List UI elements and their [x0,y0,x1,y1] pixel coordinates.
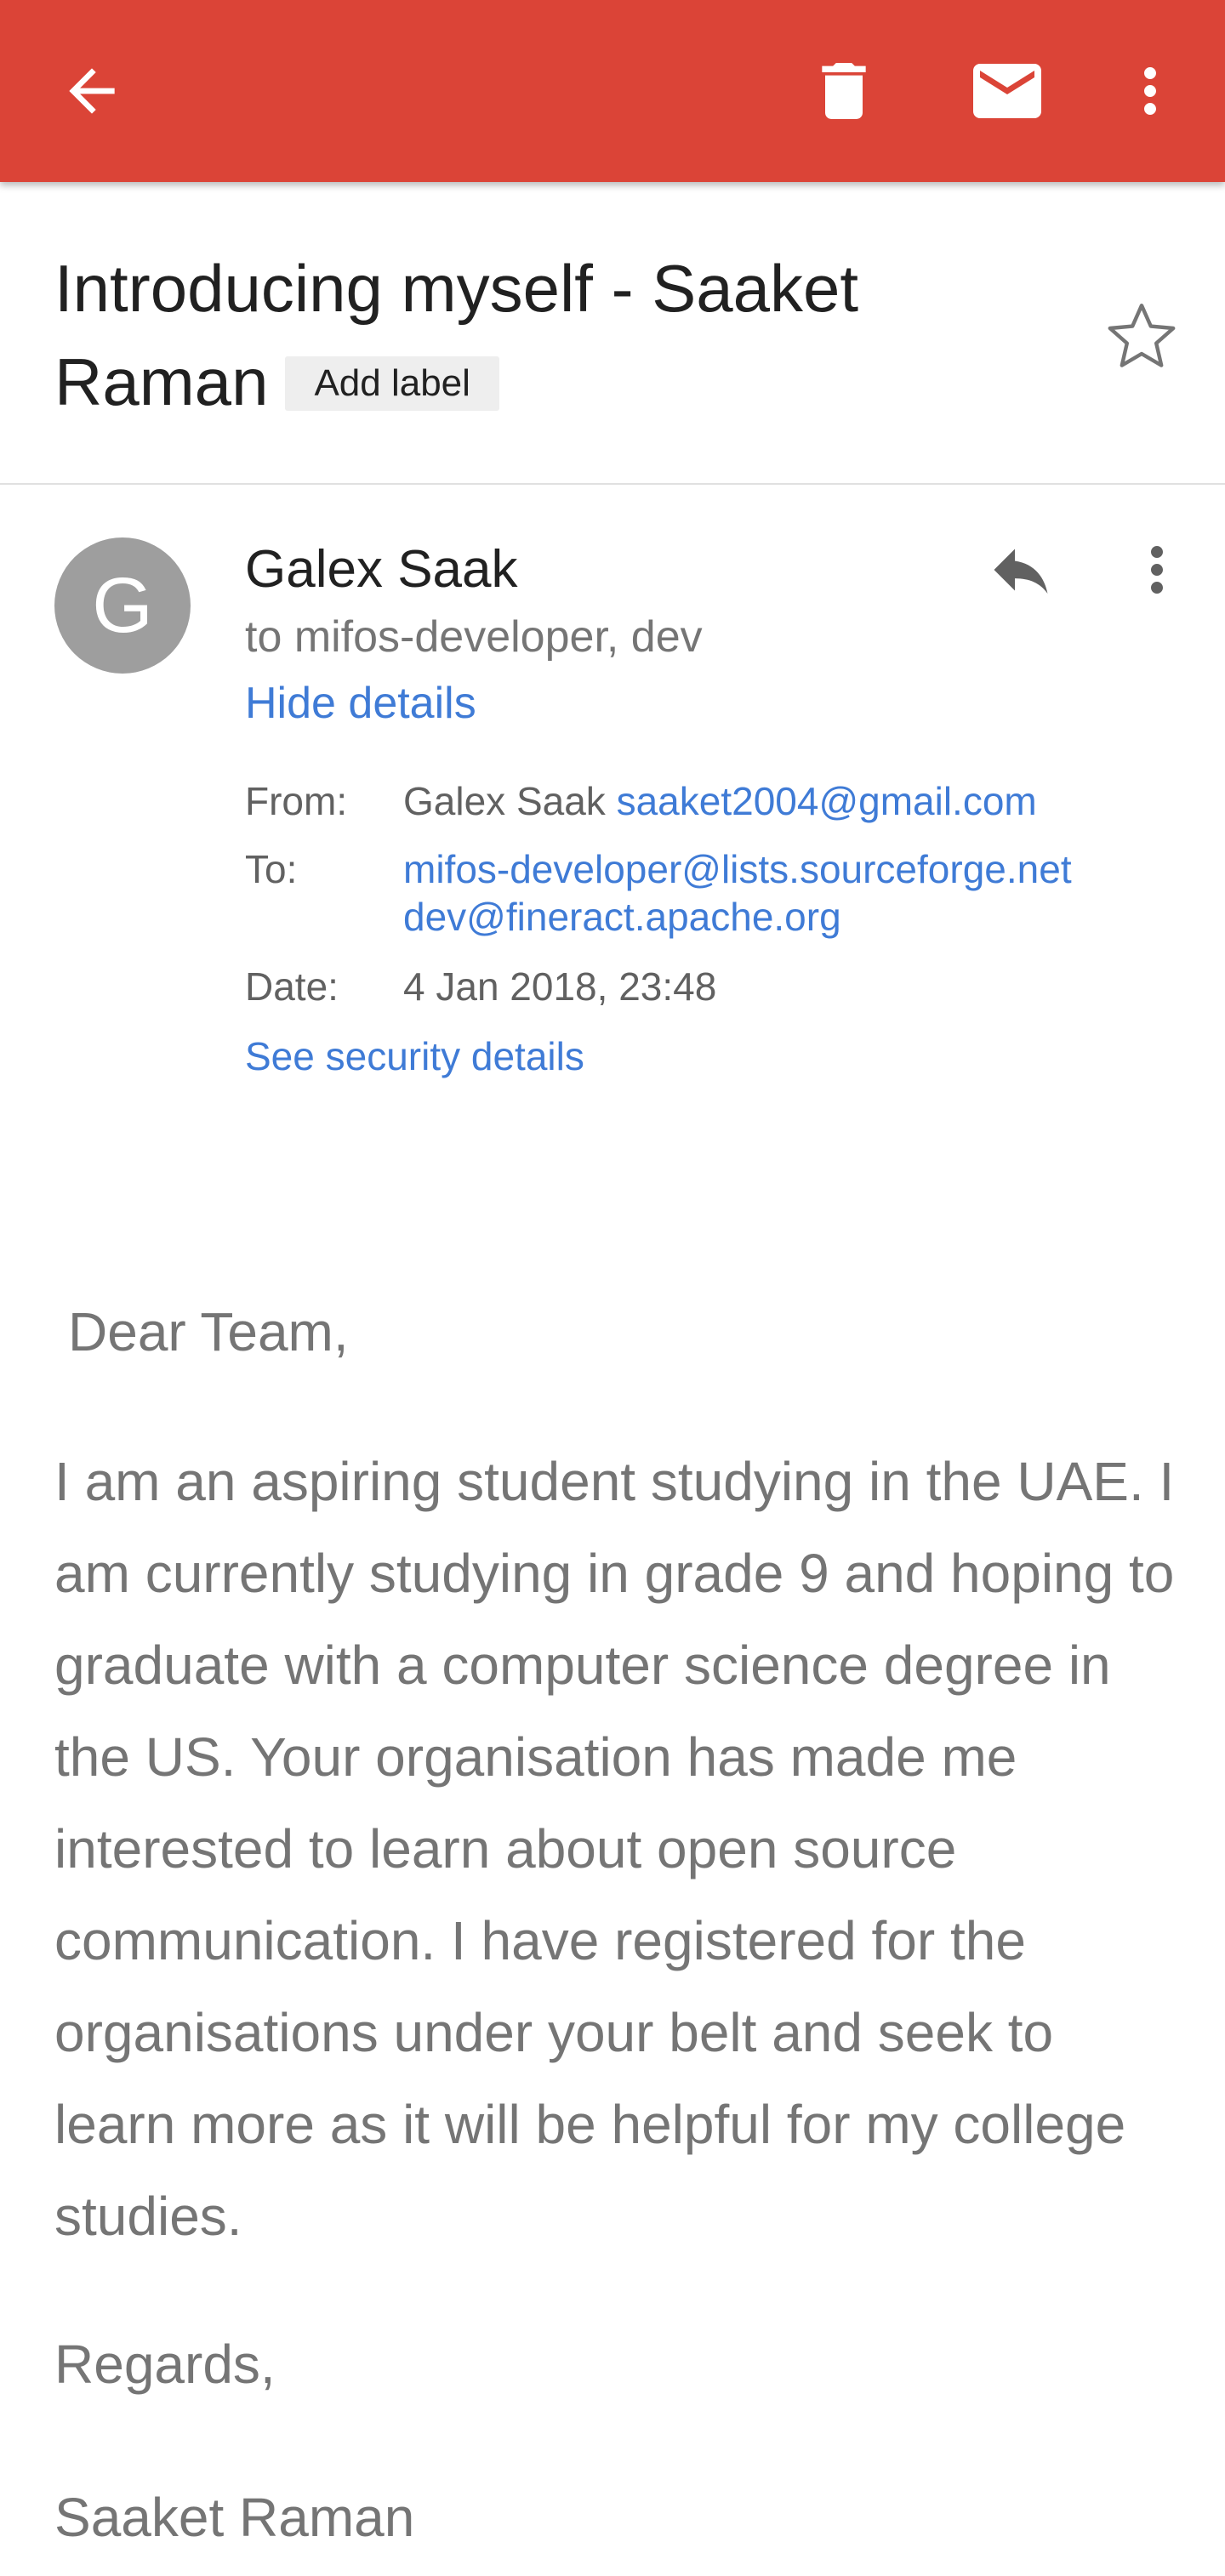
message-more-button[interactable] [1114,527,1199,612]
recipients-summary: to mifos-developer, dev [245,612,703,662]
sender-name: Galex Saak [245,540,518,599]
toolbar-more-button[interactable] [1108,48,1193,134]
more-vert-icon [1144,67,1156,115]
to-label: To: [245,847,298,891]
mark-unread-button[interactable] [965,48,1050,134]
from-label: From: [245,779,348,823]
delete-icon [822,63,866,119]
date-label: Date: [245,964,339,1009]
star-outline-icon[interactable] [1101,296,1182,378]
to-email-link[interactable]: mifos-developer@lists.sourceforge.net [403,845,1072,893]
body-greeting: Dear Team, [68,1301,349,1362]
avatar[interactable]: G [54,537,191,674]
date-value: 4 Jan 2018, 23:48 [403,964,717,1009]
app-toolbar [0,0,1225,182]
subject-header: Introducing myself - Saaket Raman Add lab… [0,182,1225,485]
add-label-button[interactable]: Add label [285,356,499,412]
from-email-link[interactable]: saaket2004@gmail.com [617,779,1037,823]
body-signature: Saaket Raman [54,2487,415,2548]
body-paragraph: I am an aspiring student studying in the… [54,1451,1175,2247]
from-name: Galex Saak [403,779,606,823]
back-button[interactable] [49,48,134,134]
reply-icon [994,549,1048,594]
body-regards: Regards, [54,2334,276,2395]
back-arrow-icon [69,68,115,114]
mail-icon [973,64,1041,118]
to-email-link[interactable]: dev@fineract.apache.org [403,893,841,941]
see-security-details-link[interactable]: See security details [245,1032,584,1080]
email-subject: Introducing myself - Saaket Raman Add lab… [54,242,1058,429]
hide-details-link[interactable]: Hide details [245,674,476,733]
more-vert-icon [1151,546,1163,594]
delete-button[interactable] [801,48,886,134]
from-value: Galex Saak saaket2004@gmail.com [403,777,1037,825]
reply-button[interactable] [978,527,1063,612]
